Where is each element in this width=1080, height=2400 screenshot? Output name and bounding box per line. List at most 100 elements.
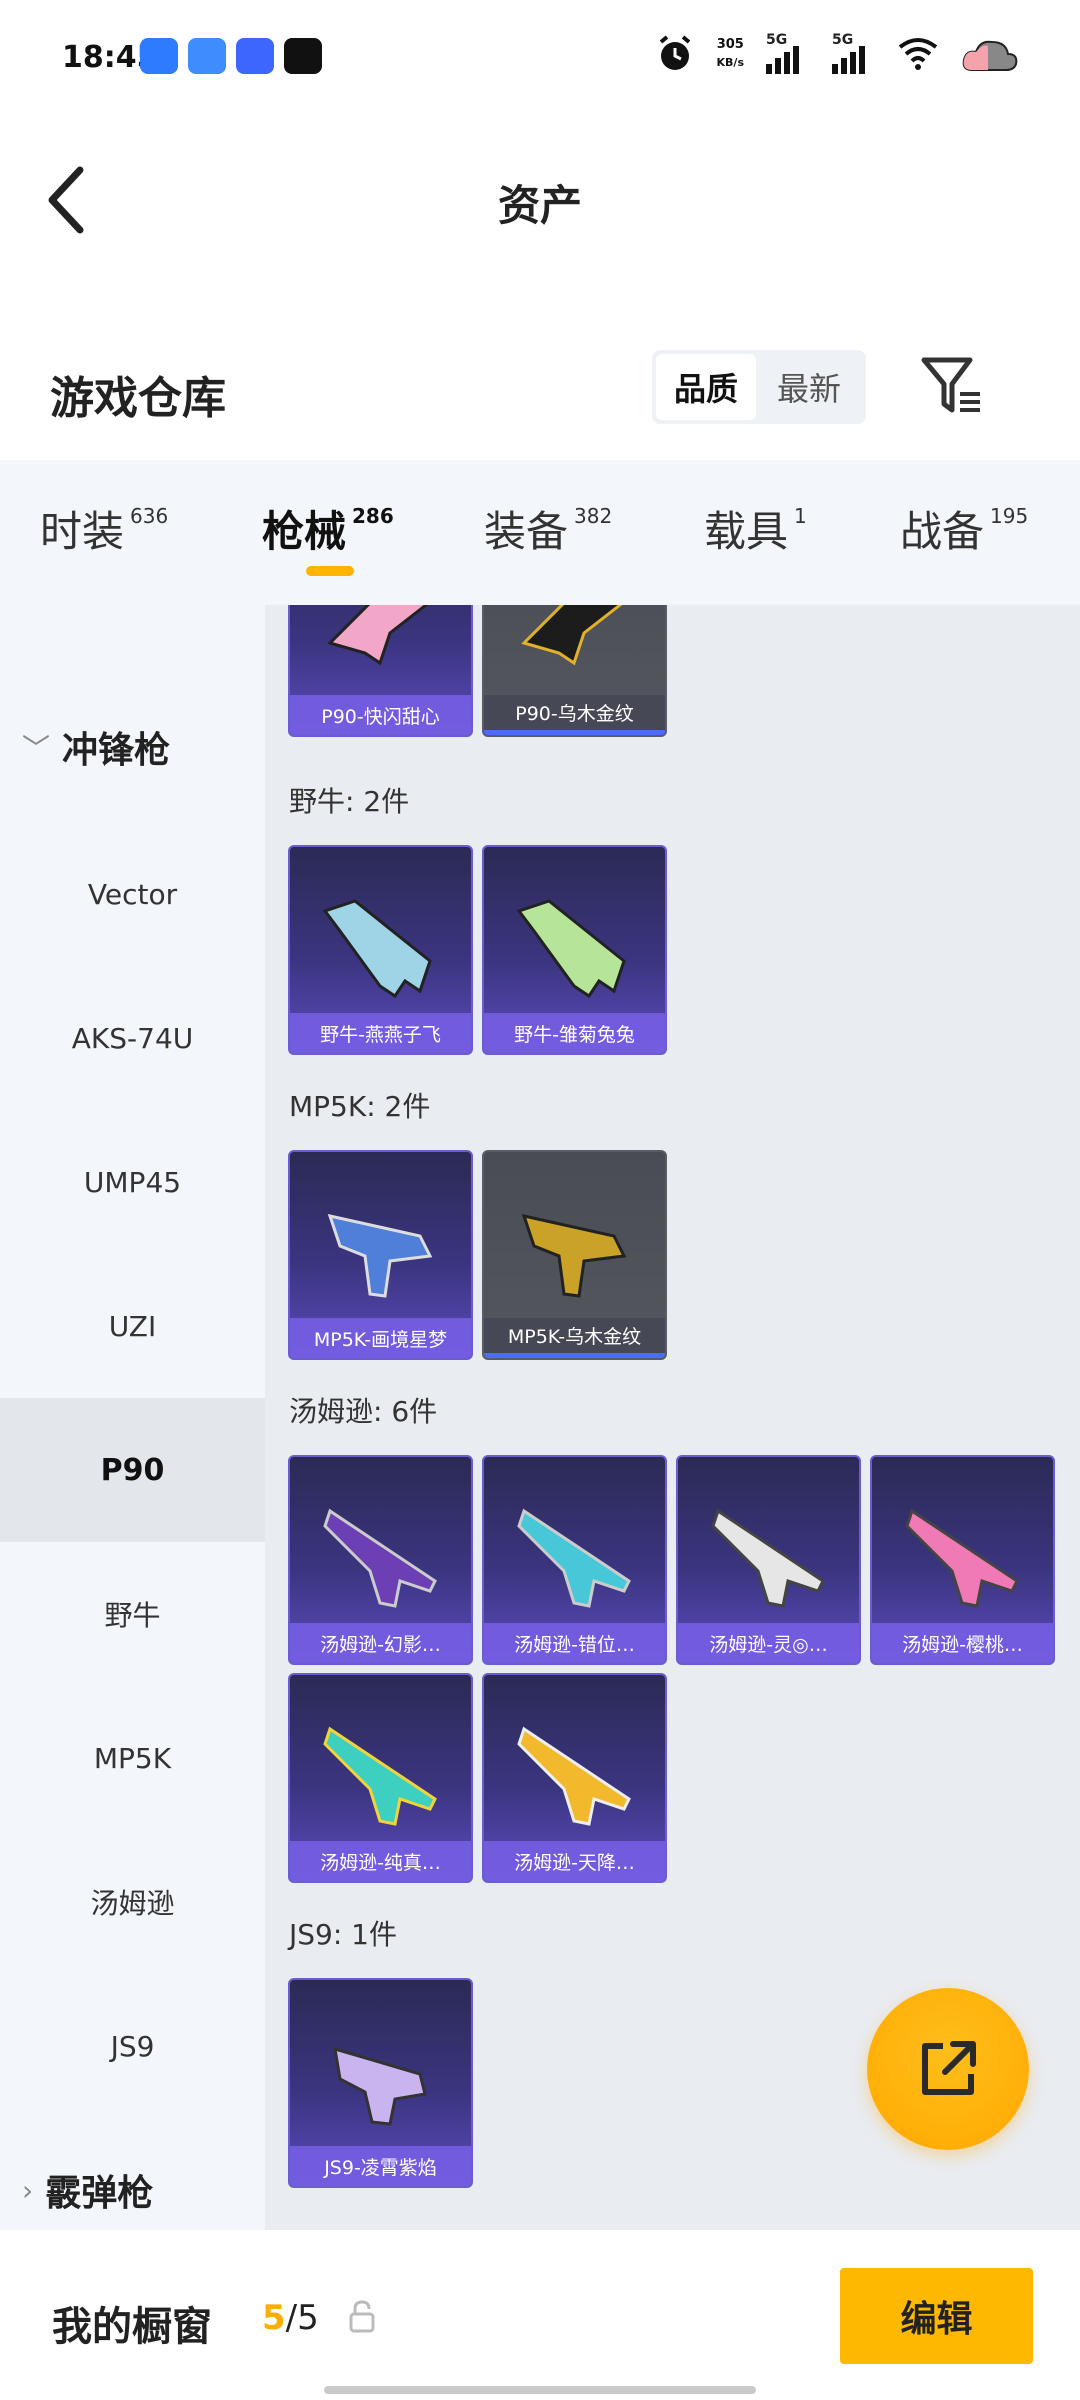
weapon-card[interactable]: P90-乌木金纹 [482, 605, 667, 737]
tab-label: 装备 [484, 507, 569, 556]
chevron-down-icon: ﹀ [22, 732, 51, 765]
warehouse-header: 游戏仓库 [0, 320, 1080, 460]
category-tabs: 时装 636 枪械 286 装备 382 载具 1 战备 195 [0, 460, 1080, 605]
weapon-card[interactable]: 汤姆逊-错位… [482, 1455, 667, 1665]
tab-firearms[interactable]: 枪械 286 [262, 498, 394, 559]
gun-skin-image [322, 899, 432, 999]
tab-count: 382 [574, 504, 613, 528]
edit-button[interactable]: 编辑 [840, 2268, 1033, 2364]
weapon-card-caption: 汤姆逊-天降… [484, 1841, 665, 1881]
gun-skin-image [521, 1213, 627, 1298]
gun-skin-image [517, 1508, 631, 1608]
weapon-card-caption: 汤姆逊-灵◎… [678, 1623, 859, 1663]
share-export-button[interactable] [867, 1988, 1029, 2150]
tab-label: 时装 [40, 507, 125, 556]
home-indicator[interactable] [324, 2386, 756, 2394]
filter-icon[interactable] [920, 356, 984, 416]
weapon-card[interactable]: MP5K-乌木金纹 [482, 1150, 667, 1360]
sidebar-group-label: 冲锋枪 [62, 730, 171, 771]
sidebar-item-vector[interactable]: Vector [0, 822, 265, 966]
app-header: 资产 [0, 120, 1080, 280]
weapon-card-caption: 汤姆逊-错位… [484, 1623, 665, 1663]
alarm-icon [659, 35, 690, 70]
sidebar-item-p90[interactable]: P90 [0, 1398, 265, 1542]
network-speed-value: 305 [716, 37, 744, 52]
section-label-bison: 野牛: 2件 [289, 785, 410, 818]
showcase-count: 5/5 [262, 2298, 319, 2338]
sort-newest-option[interactable]: 最新 [756, 354, 862, 420]
showcase-count-separator: / [285, 2298, 298, 2338]
weapon-grid: P90-快闪甜心 P90-乌木金纹 野牛: 2件 野牛-燕燕子飞 野牛-雏菊兔兔… [265, 605, 1080, 2230]
tab-label: 枪械 [262, 507, 347, 556]
gun-skin-image [327, 1213, 433, 1298]
wifi-icon [898, 38, 938, 70]
app-notification-icon [140, 38, 178, 74]
sidebar-group-smg[interactable]: ﹀ 冲锋枪 [0, 675, 265, 819]
tab-count: 286 [352, 504, 394, 528]
page-title: 资产 [497, 181, 582, 230]
status-app-icons [140, 38, 322, 74]
app-notification-icon [284, 38, 322, 74]
sidebar-item-aks74u[interactable]: AKS-74U [0, 966, 265, 1110]
weapon-card-caption: P90-乌木金纹 [484, 695, 665, 735]
weapon-card[interactable]: 汤姆逊-天降… [482, 1673, 667, 1883]
weapon-card-caption: 野牛-燕燕子飞 [290, 1013, 471, 1053]
showcase-count-used: 5 [262, 2298, 286, 2338]
sort-quality-option[interactable]: 品质 [656, 354, 756, 420]
gun-skin-image [323, 1508, 437, 1608]
gun-skin-image [323, 1726, 437, 1826]
weapon-card-caption: JS9-凌霄紫焰 [290, 2146, 471, 2186]
weapon-card[interactable]: 汤姆逊-纯真… [288, 1673, 473, 1883]
cell-signal-icon: 5G [832, 32, 876, 74]
sidebar-item-thompson[interactable]: 汤姆逊 [0, 1830, 265, 1974]
app-notification-icon [188, 38, 226, 74]
weapon-card[interactable]: 汤姆逊-幻影… [288, 1455, 473, 1665]
weapon-card[interactable]: 野牛-燕燕子飞 [288, 845, 473, 1055]
section-label-thompson: 汤姆逊: 6件 [289, 1395, 438, 1428]
showcase-label: 我的橱窗 [52, 2304, 212, 2350]
showcase-bar: 我的橱窗 5/5 编辑 [0, 2230, 1080, 2400]
weapon-card[interactable]: JS9-凌霄紫焰 [288, 1978, 473, 2188]
weapon-card[interactable]: 汤姆逊-樱桃… [870, 1455, 1055, 1665]
tab-count: 1 [794, 504, 807, 528]
sidebar-item-js9[interactable]: JS9 [0, 1974, 265, 2118]
weapon-card-caption: P90-快闪甜心 [290, 695, 471, 735]
vivo-app-icon [236, 38, 274, 74]
weapon-card-caption: MP5K-画境星梦 [290, 1318, 471, 1358]
showcase-count-total: 5 [297, 2298, 319, 2338]
sort-toggle: 品质 最新 [652, 350, 866, 424]
weapon-card[interactable]: 野牛-雏菊兔兔 [482, 845, 667, 1055]
tab-equipment[interactable]: 装备 382 [484, 498, 612, 559]
weapon-card[interactable]: P90-快闪甜心 [288, 605, 473, 737]
tab-label: 战备 [900, 507, 985, 556]
weather-cloud-icon [962, 40, 1018, 71]
weapon-card[interactable]: 汤姆逊-灵◎… [676, 1455, 861, 1665]
signal-type-label: 5G [832, 32, 854, 48]
weapon-card-caption: 野牛-雏菊兔兔 [484, 1013, 665, 1053]
sidebar-item-bison[interactable]: 野牛 [0, 1542, 265, 1686]
sidebar-item-mp5k[interactable]: MP5K [0, 1686, 265, 1830]
gun-skin-image [521, 605, 623, 666]
network-speed-unit: KB/s [716, 56, 744, 69]
tab-vehicles[interactable]: 载具 1 [704, 498, 807, 559]
tab-count: 195 [990, 504, 1029, 528]
tab-fashion[interactable]: 时装 636 [40, 498, 168, 559]
tab-label: 载具 [704, 507, 789, 556]
section-label-js9: JS9: 1件 [289, 1918, 397, 1951]
weapon-card-caption: 汤姆逊-纯真… [290, 1841, 471, 1881]
warehouse-title: 游戏仓库 [50, 373, 226, 424]
network-speed: 305 KB/s [717, 36, 744, 72]
active-tab-indicator [306, 566, 354, 576]
weapon-card-caption: 汤姆逊-樱桃… [872, 1623, 1053, 1663]
status-bar: 18:45 305 KB/s 5G 5G [0, 0, 1080, 120]
gun-skin-image [517, 1726, 631, 1826]
gun-skin-image [333, 2046, 427, 2126]
lock-icon [349, 2300, 375, 2333]
sidebar-item-ump45[interactable]: UMP45 [0, 1110, 265, 1254]
gun-skin-image [516, 899, 626, 999]
weapon-card[interactable]: MP5K-画境星梦 [288, 1150, 473, 1360]
sidebar-item-uzi[interactable]: UZI [0, 1254, 265, 1398]
weapon-card-caption: MP5K-乌木金纹 [484, 1318, 665, 1358]
gun-skin-image [711, 1508, 825, 1608]
tab-battle-prep[interactable]: 战备 195 [900, 498, 1028, 559]
